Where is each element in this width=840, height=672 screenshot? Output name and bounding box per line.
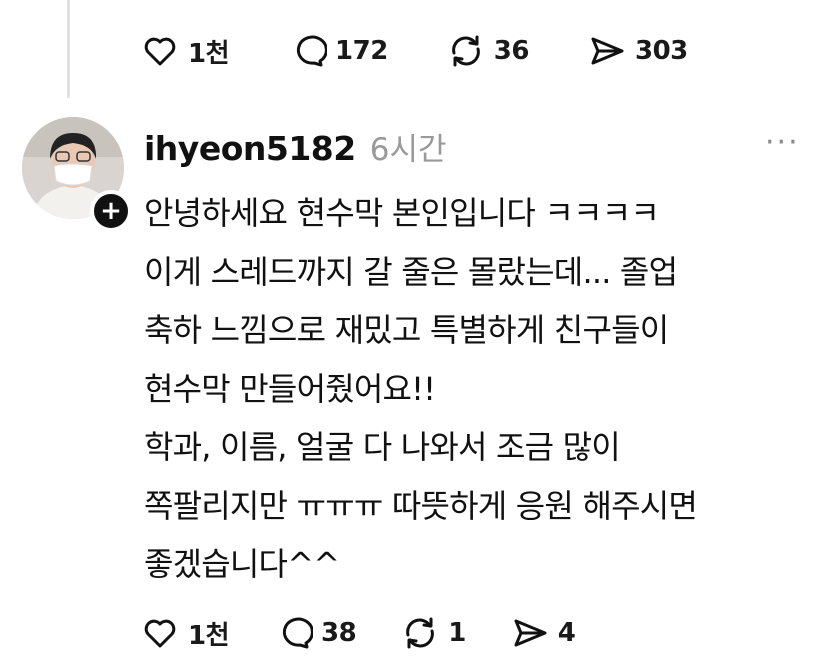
repost-icon	[451, 35, 480, 67]
text-line: 쪽팔리지만 ㅠㅠㅠ 따뜻하게 응원 해주시면	[144, 486, 698, 525]
share-button[interactable]: 4	[510, 613, 576, 653]
like-count: 1천	[188, 38, 230, 69]
repost-icon	[406, 617, 435, 649]
like-count: 1천	[188, 620, 230, 651]
like-button[interactable]: 1천	[140, 31, 230, 71]
share-count: 4	[557, 618, 576, 648]
like-button[interactable]: 1천	[140, 613, 230, 653]
share-count: 303	[634, 36, 688, 66]
comment-icon	[282, 617, 314, 649]
reply-count: 172	[335, 36, 388, 66]
timestamp: 6시간	[369, 132, 447, 168]
reply-button[interactable]: 172	[287, 31, 388, 71]
comment-icon	[296, 35, 328, 67]
reply-header: ihyeon5182 6시간	[144, 124, 446, 169]
send-icon	[514, 619, 547, 647]
repost-button[interactable]: 1	[400, 613, 466, 653]
more-options-button[interactable]: ···	[765, 128, 800, 158]
repost-count: 1	[448, 618, 466, 648]
send-icon	[591, 37, 624, 65]
repost-count: 36	[493, 36, 530, 66]
reply-text: 안녕하세요 현수막 본인입니다 ㅋㅋㅋㅋ 이게 스레드까지 갈 줄은 몰랐는데.…	[144, 184, 834, 594]
repost-button[interactable]: 36	[446, 31, 529, 71]
reply-actions: 1천 38 1 4	[140, 613, 619, 653]
share-button[interactable]: 303	[587, 31, 688, 71]
text-line: 안녕하세요 현수막 본인입니다 ㅋㅋㅋㅋ	[144, 194, 660, 232]
reply-button[interactable]: 38	[273, 613, 357, 653]
text-line: 이게 스레드까지 갈 줄은 몰랐는데... 졸업	[144, 252, 678, 291]
text-line: 학과, 이름, 얼굴 다 나와서 조금 많이	[144, 428, 621, 466]
thread-connector-line	[67, 0, 70, 98]
reply-count: 38	[321, 618, 357, 648]
text-line: 현수막 만들어줬어요!!	[144, 369, 436, 408]
text-line: 축하 느낌으로 재밌고 특별하게 친구들이	[144, 311, 669, 349]
heart-icon	[144, 619, 176, 648]
text-line: 좋겠습니다^^	[144, 545, 340, 583]
previous-post-actions: 1천 172 36 303	[140, 31, 746, 71]
username[interactable]: ihyeon5182	[144, 129, 356, 168]
heart-icon	[144, 37, 176, 66]
follow-plus-button[interactable]: +	[90, 190, 132, 232]
